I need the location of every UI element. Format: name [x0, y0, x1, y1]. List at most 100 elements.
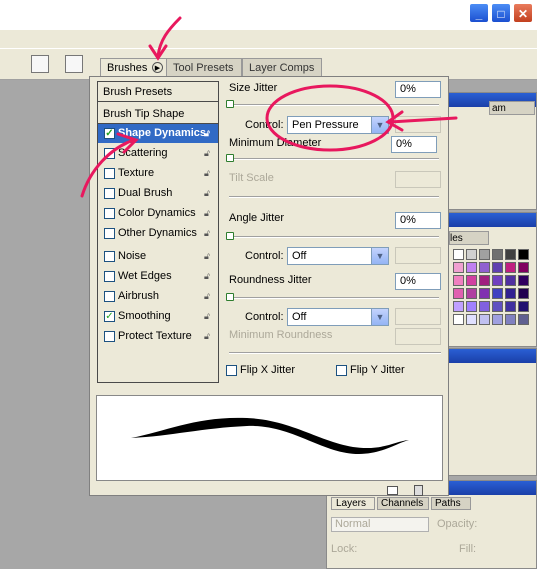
color-swatch[interactable]	[453, 275, 464, 286]
brush-option-item[interactable]: Scattering 🔓︎	[98, 144, 218, 163]
roundness-jitter-slider[interactable]	[229, 297, 439, 299]
color-swatch[interactable]	[479, 275, 490, 286]
angle-control-select[interactable]: Off ▼	[287, 247, 389, 265]
color-swatch[interactable]	[492, 262, 503, 273]
color-swatch[interactable]	[479, 249, 490, 260]
size-control-select[interactable]: Pen Pressure ▼	[287, 116, 389, 134]
size-jitter-thumb[interactable]	[226, 100, 234, 108]
brush-option-checkbox[interactable]: ✓	[104, 128, 115, 139]
close-button[interactable]: ✕	[513, 3, 533, 23]
roundness-jitter-thumb[interactable]	[226, 293, 234, 301]
lock-icon[interactable]: 🔓︎	[204, 208, 213, 219]
tab-channels[interactable]: Channels	[377, 497, 429, 510]
minimum-diameter-thumb[interactable]	[226, 154, 234, 162]
color-swatch[interactable]	[453, 301, 464, 312]
toggle-palettes-icon[interactable]	[65, 55, 83, 73]
navigator-tab[interactable]: am	[489, 101, 535, 115]
brush-option-item[interactable]: Airbrush 🔓︎	[98, 287, 218, 306]
color-swatch[interactable]	[466, 249, 477, 260]
tab-tool-presets[interactable]: Tool Presets	[166, 58, 242, 76]
lock-icon[interactable]: 🔓︎	[204, 168, 213, 179]
color-swatch[interactable]	[518, 288, 529, 299]
color-swatch[interactable]	[518, 262, 529, 273]
lock-icon[interactable]: 🔓︎	[204, 228, 213, 239]
color-swatch[interactable]	[492, 288, 503, 299]
angle-jitter-slider[interactable]	[229, 236, 439, 238]
color-swatch[interactable]	[518, 275, 529, 286]
lock-icon[interactable]: 🔓︎	[204, 128, 213, 139]
lock-icon[interactable]: 🔓︎	[204, 331, 213, 342]
color-swatch[interactable]	[505, 314, 516, 325]
maximize-button[interactable]: □	[491, 3, 511, 23]
brush-option-checkbox[interactable]	[104, 208, 115, 219]
brush-option-checkbox[interactable]	[104, 148, 115, 159]
roundness-jitter-field[interactable]: 0%	[395, 273, 441, 290]
brush-option-checkbox[interactable]	[104, 251, 115, 262]
blend-mode-select[interactable]: Normal	[331, 517, 429, 532]
roundness-control-select[interactable]: Off ▼	[287, 308, 389, 326]
color-swatch[interactable]	[453, 249, 464, 260]
color-swatch[interactable]	[492, 275, 503, 286]
color-swatch[interactable]	[453, 314, 464, 325]
lock-icon[interactable]: 🔓︎	[204, 271, 213, 282]
color-swatch[interactable]	[479, 288, 490, 299]
angle-jitter-field[interactable]: 0%	[395, 212, 441, 229]
brush-option-item[interactable]: ✓ Smoothing 🔓︎	[98, 307, 218, 326]
tab-layer-comps[interactable]: Layer Comps	[242, 58, 322, 76]
file-browser-icon[interactable]	[31, 55, 49, 73]
color-swatch[interactable]	[453, 262, 464, 273]
brush-option-checkbox[interactable]	[104, 291, 115, 302]
lock-icon[interactable]: 🔓︎	[204, 251, 213, 262]
brush-option-checkbox[interactable]	[104, 168, 115, 179]
brush-option-item[interactable]: Dual Brush 🔓︎	[98, 184, 218, 203]
color-swatch[interactable]	[479, 314, 490, 325]
brush-option-checkbox[interactable]	[104, 271, 115, 282]
color-swatch[interactable]	[466, 275, 477, 286]
brush-option-item[interactable]: ✓ Shape Dynamics 🔓︎	[98, 124, 218, 143]
color-swatch[interactable]	[492, 314, 503, 325]
tab-brushes[interactable]: Brushes ▶	[100, 58, 168, 76]
lock-icon[interactable]: 🔓︎	[204, 148, 213, 159]
minimum-diameter-field[interactable]: 0%	[391, 136, 437, 153]
trash-icon[interactable]	[414, 485, 423, 496]
color-swatch[interactable]	[518, 301, 529, 312]
brush-option-item[interactable]: Noise 🔓︎	[98, 247, 218, 266]
color-swatch[interactable]	[492, 249, 503, 260]
size-jitter-field[interactable]: 0%	[395, 81, 441, 98]
swatches-tab[interactable]: les	[449, 231, 489, 245]
brush-presets-item[interactable]: Brush Presets	[98, 82, 218, 102]
brush-tip-shape-item[interactable]: Brush Tip Shape	[98, 104, 218, 124]
lock-icon[interactable]: 🔓︎	[204, 311, 213, 322]
color-swatch[interactable]	[505, 249, 516, 260]
brush-option-checkbox[interactable]: ✓	[104, 311, 115, 322]
minimize-button[interactable]: _	[469, 3, 489, 23]
lock-icon[interactable]: 🔓︎	[204, 188, 213, 199]
color-swatch[interactable]	[466, 262, 477, 273]
flip-y-checkbox[interactable]	[336, 365, 347, 376]
color-swatch[interactable]	[466, 314, 477, 325]
brush-option-checkbox[interactable]	[104, 188, 115, 199]
angle-jitter-thumb[interactable]	[226, 232, 234, 240]
new-preset-icon[interactable]	[387, 486, 398, 495]
color-swatch[interactable]	[505, 288, 516, 299]
color-swatch[interactable]	[518, 249, 529, 260]
color-swatch[interactable]	[479, 301, 490, 312]
color-swatch[interactable]	[453, 288, 464, 299]
color-swatch[interactable]	[505, 301, 516, 312]
color-swatch[interactable]	[518, 314, 529, 325]
brush-option-checkbox[interactable]	[104, 331, 115, 342]
brush-option-item[interactable]: Texture 🔓︎	[98, 164, 218, 183]
color-swatch[interactable]	[492, 301, 503, 312]
size-jitter-slider[interactable]	[229, 104, 439, 106]
palette-menu-arrow-icon[interactable]: ▶	[152, 62, 163, 73]
lock-icon[interactable]: 🔓︎	[204, 291, 213, 302]
brush-option-checkbox[interactable]	[104, 228, 115, 239]
tab-paths[interactable]: Paths	[431, 497, 471, 510]
brush-option-item[interactable]: Color Dynamics 🔓︎	[98, 204, 218, 223]
flip-x-checkbox[interactable]	[226, 365, 237, 376]
minimum-diameter-slider[interactable]	[229, 158, 439, 160]
color-swatch[interactable]	[505, 275, 516, 286]
color-swatch[interactable]	[505, 262, 516, 273]
color-swatch[interactable]	[479, 262, 490, 273]
color-swatch[interactable]	[466, 301, 477, 312]
